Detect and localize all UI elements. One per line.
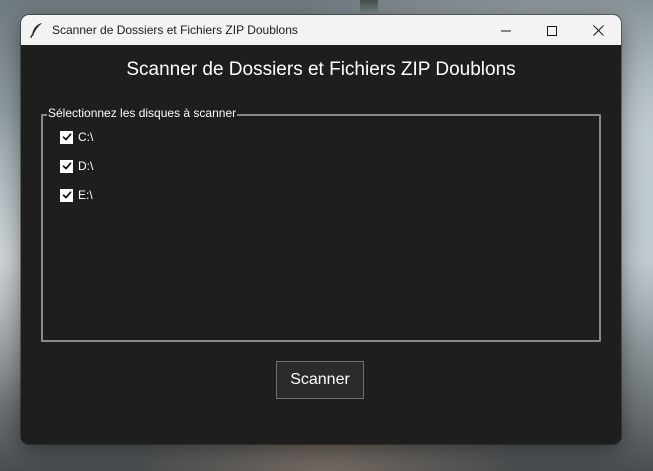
page-title: Scanner de Dossiers et Fichiers ZIP Doub…: [126, 59, 516, 80]
drive-label-d: D:\: [78, 159, 94, 173]
close-icon: [592, 21, 604, 40]
feather-icon: [30, 22, 44, 39]
drive-selection-group-label: Sélectionnez les disques à scanner: [47, 106, 238, 120]
drive-label-e: E:\: [78, 188, 93, 202]
title-bar[interactable]: Scanner de Dossiers et Fichiers ZIP Doub…: [21, 15, 621, 45]
scan-button[interactable]: Scanner: [276, 361, 364, 399]
window-title: Scanner de Dossiers et Fichiers ZIP Doub…: [52, 23, 298, 37]
checkbox-checked-icon[interactable]: [60, 188, 73, 202]
drive-checkbox-e[interactable]: E:\: [60, 188, 93, 202]
minimize-icon: [501, 21, 511, 40]
desktop-wallpaper-detail: [360, 0, 378, 14]
checkbox-checked-icon[interactable]: [60, 130, 73, 144]
maximize-icon: [547, 21, 557, 40]
minimize-button[interactable]: [483, 15, 529, 45]
drive-label-c: C:\: [78, 130, 94, 144]
drive-selection-group: Sélectionnez les disques à scanner C:\ D…: [41, 106, 601, 342]
drive-checkbox-c[interactable]: C:\: [60, 130, 93, 144]
maximize-button[interactable]: [529, 15, 575, 45]
drive-checkbox-d[interactable]: D:\: [60, 159, 93, 173]
checkbox-checked-icon[interactable]: [60, 159, 73, 173]
app-window: Scanner de Dossiers et Fichiers ZIP Doub…: [21, 15, 621, 444]
window-content: Scanner de Dossiers et Fichiers ZIP Doub…: [21, 45, 621, 444]
close-button[interactable]: [575, 15, 621, 45]
